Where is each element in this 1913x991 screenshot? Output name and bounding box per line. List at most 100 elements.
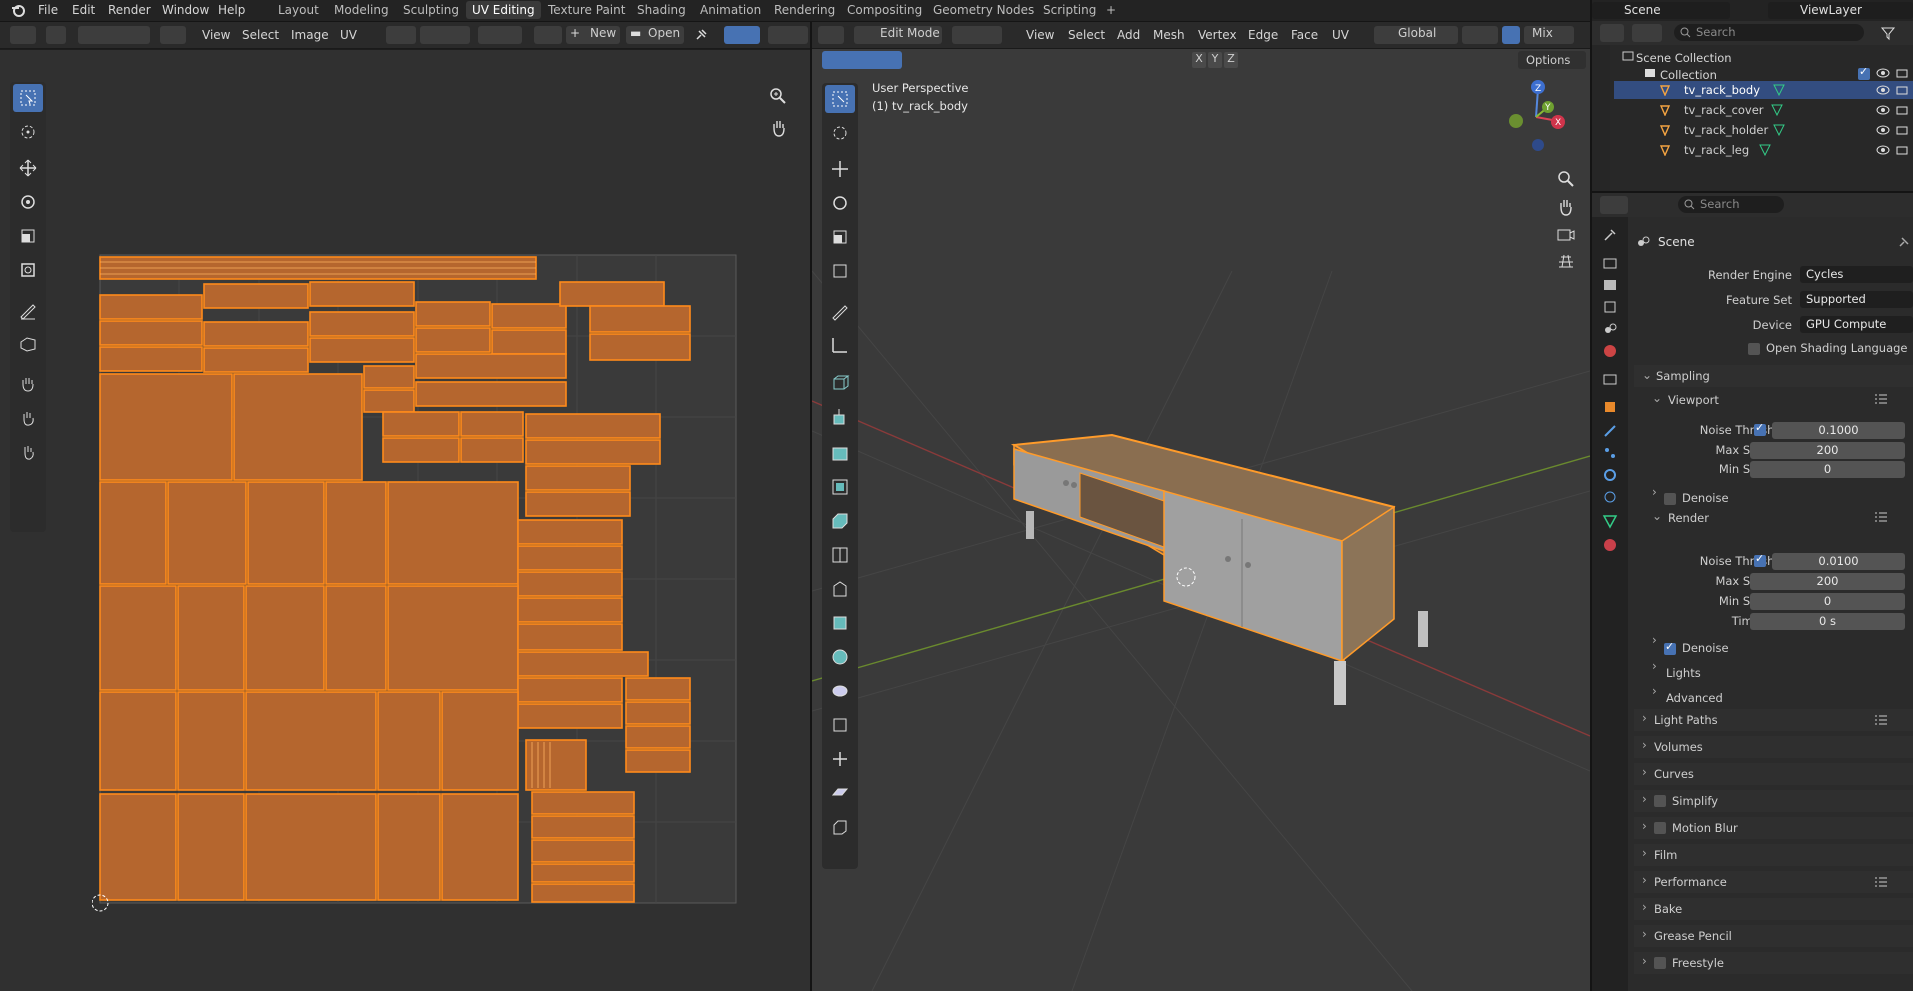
vp-noise-threshold-field[interactable]: 0.1000 <box>1772 422 1905 439</box>
vp-menu-edge[interactable]: Edge <box>1248 26 1278 44</box>
list-icon[interactable] <box>1874 511 1888 523</box>
r-min-samples-field[interactable]: 0 <box>1750 593 1905 610</box>
pin-icon[interactable] <box>694 28 708 42</box>
selection-mode-buttons[interactable] <box>822 51 902 69</box>
eye-icon[interactable] <box>1876 124 1890 136</box>
tool-shear[interactable] <box>825 745 855 773</box>
blender-logo-icon[interactable] <box>10 2 26 18</box>
pin-icon[interactable] <box>1897 235 1911 249</box>
eye-icon[interactable] <box>1876 67 1890 79</box>
view-layer-tab-icon[interactable] <box>1602 299 1618 315</box>
outliner-search-field[interactable]: Search <box>1674 24 1864 41</box>
snap-toggle[interactable] <box>1502 26 1520 44</box>
tool-rotate[interactable] <box>825 189 855 217</box>
r-denoise-checkbox[interactable] <box>1664 640 1676 655</box>
vp-menu-mesh[interactable]: Mesh <box>1153 26 1185 44</box>
menu-render[interactable]: Render <box>108 3 151 17</box>
pan-hand-icon[interactable] <box>770 118 788 138</box>
sticky-select-button[interactable] <box>160 26 186 44</box>
osl-checkbox[interactable] <box>1748 343 1760 355</box>
r-noise-threshold-field[interactable]: 0.0100 <box>1772 553 1905 570</box>
object-tab-icon[interactable] <box>1602 399 1618 415</box>
mirror-x-toggle[interactable]: X <box>1192 52 1206 68</box>
uv-overlay-toggle[interactable] <box>768 26 808 44</box>
motion-blur-checkbox[interactable] <box>1654 822 1666 834</box>
add-workspace-button[interactable]: + <box>1106 3 1116 17</box>
menu-window[interactable]: Window <box>162 3 209 17</box>
tool-edge-slide[interactable] <box>825 677 855 705</box>
tool-rip[interactable] <box>13 330 43 358</box>
zoom-icon[interactable] <box>1556 169 1576 189</box>
vp-max-samples-field[interactable]: 200 <box>1750 442 1905 459</box>
physics-tab-icon[interactable] <box>1602 467 1618 483</box>
tool-cursor[interactable] <box>825 119 855 147</box>
render-subpanel-label[interactable]: Render <box>1668 511 1709 525</box>
film-panel[interactable]: › Film <box>1634 844 1913 866</box>
tool-transform[interactable] <box>825 257 855 285</box>
device-dropdown[interactable]: GPU Compute <box>1800 316 1913 333</box>
uv-menu-select[interactable]: Select <box>242 26 279 44</box>
lights-subpanel-label[interactable]: Lights <box>1666 666 1701 680</box>
zoom-icon[interactable] <box>768 86 788 106</box>
tool-shrink-fatten[interactable] <box>825 711 855 739</box>
list-icon[interactable] <box>1874 876 1888 888</box>
outliner-editor-type[interactable] <box>1600 24 1624 42</box>
display-mode-button[interactable] <box>1632 24 1662 42</box>
material-tab-icon[interactable] <box>1602 537 1618 553</box>
outliner-row-tv-rack-cover[interactable]: tv_rack_cover <box>1614 101 1913 119</box>
tool-transform[interactable] <box>13 256 43 284</box>
modifier-tab-icon[interactable] <box>1602 423 1618 439</box>
advanced-subpanel-label[interactable]: Advanced <box>1666 691 1723 705</box>
outliner-row-tv-rack-holder[interactable]: tv_rack_holder <box>1614 121 1913 139</box>
tab-modeling[interactable]: Modeling <box>334 3 389 17</box>
r-max-samples-field[interactable]: 200 <box>1750 573 1905 590</box>
sync-selection-button[interactable] <box>46 26 66 44</box>
eye-icon[interactable] <box>1876 144 1890 156</box>
uv-editor[interactable] <box>0 50 810 991</box>
list-icon[interactable] <box>1874 393 1888 405</box>
editor-type-button[interactable] <box>10 26 36 44</box>
camera-icon[interactable] <box>1895 84 1909 96</box>
filter-icon[interactable] <box>1880 25 1896 41</box>
tool-measure[interactable] <box>825 331 855 359</box>
tool-to-sphere[interactable] <box>825 813 855 841</box>
bake-panel[interactable]: › Bake <box>1634 898 1913 920</box>
tool-grab[interactable] <box>13 370 43 398</box>
tool-annotate[interactable] <box>13 296 43 324</box>
tool-tab-icon[interactable] <box>1602 227 1618 243</box>
tab-rendering[interactable]: Rendering <box>774 3 835 17</box>
time-limit-field[interactable]: 0 s <box>1750 613 1905 630</box>
image-browse-button[interactable] <box>534 26 562 44</box>
eye-icon[interactable] <box>1876 104 1890 116</box>
tab-texture-paint[interactable]: Texture Paint <box>548 3 625 17</box>
menu-help[interactable]: Help <box>218 3 245 17</box>
data-tab-icon[interactable] <box>1602 513 1618 529</box>
uv-menu-image[interactable]: Image <box>291 26 329 44</box>
r-denoise-label[interactable]: Denoise <box>1682 641 1729 655</box>
transform-orientation-selector[interactable]: Global <box>1374 26 1458 44</box>
tool-knife[interactable] <box>825 541 855 569</box>
render-engine-dropdown[interactable]: Cycles <box>1800 266 1913 283</box>
tool-rotate[interactable] <box>13 188 43 216</box>
uv-menu-uv[interactable]: UV <box>340 26 357 44</box>
camera-view-icon[interactable] <box>1556 225 1576 243</box>
tool-scale[interactable] <box>825 223 855 251</box>
viewport-subpanel-label[interactable]: Viewport <box>1668 393 1719 407</box>
tool-pinch[interactable] <box>13 438 43 466</box>
vp-min-samples-field[interactable]: 0 <box>1750 461 1905 478</box>
tool-scale[interactable] <box>13 222 43 250</box>
simplify-checkbox[interactable] <box>1654 795 1666 807</box>
snap-button[interactable] <box>420 26 470 44</box>
vp-denoise-label[interactable]: Denoise <box>1682 491 1729 505</box>
shading-mix-selector[interactable]: Mix <box>1524 26 1574 44</box>
tool-spin[interactable] <box>825 609 855 637</box>
viewlayer-selector[interactable]: ViewLayer <box>1768 2 1913 19</box>
tool-add-cube[interactable] <box>825 369 855 397</box>
vp-menu-select[interactable]: Select <box>1068 26 1105 44</box>
proportional-edit-button[interactable] <box>478 26 522 44</box>
list-icon[interactable] <box>1874 714 1888 726</box>
menu-edit[interactable]: Edit <box>72 3 95 17</box>
viewport-editor-type-button[interactable] <box>818 26 844 44</box>
pivot-point-button[interactable] <box>1462 26 1498 44</box>
vp-menu-face[interactable]: Face <box>1291 26 1318 44</box>
